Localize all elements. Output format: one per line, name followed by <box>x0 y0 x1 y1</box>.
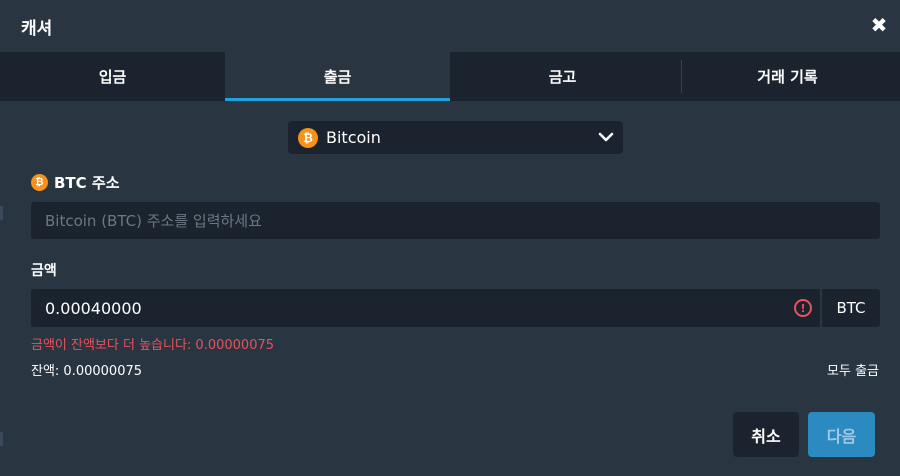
address-input[interactable] <box>31 202 880 239</box>
chevron-down-icon <box>598 132 614 142</box>
tab-bar: 입금 출금 금고 거래 기록 <box>0 52 900 101</box>
currency-unit: BTC <box>822 289 880 327</box>
address-label-text: BTC 주소 <box>54 174 120 192</box>
bitcoin-icon: ₿ <box>31 174 48 191</box>
tab-transactions[interactable]: 거래 기록 <box>675 52 900 101</box>
edge-mark <box>0 206 3 220</box>
cashier-dialog: 캐셔 ✖ 입금 출금 금고 거래 기록 ₿ Bitcoin ₿ BTC 주소 금… <box>0 0 900 476</box>
address-label: ₿ BTC 주소 <box>31 172 120 193</box>
coin-select[interactable]: ₿ Bitcoin <box>288 121 623 154</box>
bitcoin-icon: ₿ <box>298 127 318 148</box>
warning-icon: ! <box>794 299 812 317</box>
error-message: 금액이 잔액보다 더 높습니다: 0.00000075 <box>31 338 275 353</box>
tab-vault[interactable]: 금고 <box>450 52 675 101</box>
cancel-button[interactable]: 취소 <box>733 412 799 457</box>
tab-withdraw[interactable]: 출금 <box>225 52 450 101</box>
next-button[interactable]: 다음 <box>808 412 875 457</box>
amount-row: ! BTC <box>31 289 880 327</box>
dialog-title: 캐셔 <box>21 19 53 39</box>
amount-label: 금액 <box>31 263 57 279</box>
withdraw-all-link[interactable]: 모두 출금 <box>827 360 879 379</box>
amount-input[interactable] <box>31 289 820 327</box>
edge-mark <box>0 432 3 446</box>
tab-deposit[interactable]: 입금 <box>0 52 225 101</box>
coin-select-value: Bitcoin <box>326 128 381 147</box>
balance-text: 잔액: 0.00000075 <box>31 364 143 379</box>
tab-divider <box>681 60 682 93</box>
dialog-header: 캐셔 ✖ <box>0 0 900 52</box>
close-icon[interactable]: ✖ <box>868 13 890 37</box>
